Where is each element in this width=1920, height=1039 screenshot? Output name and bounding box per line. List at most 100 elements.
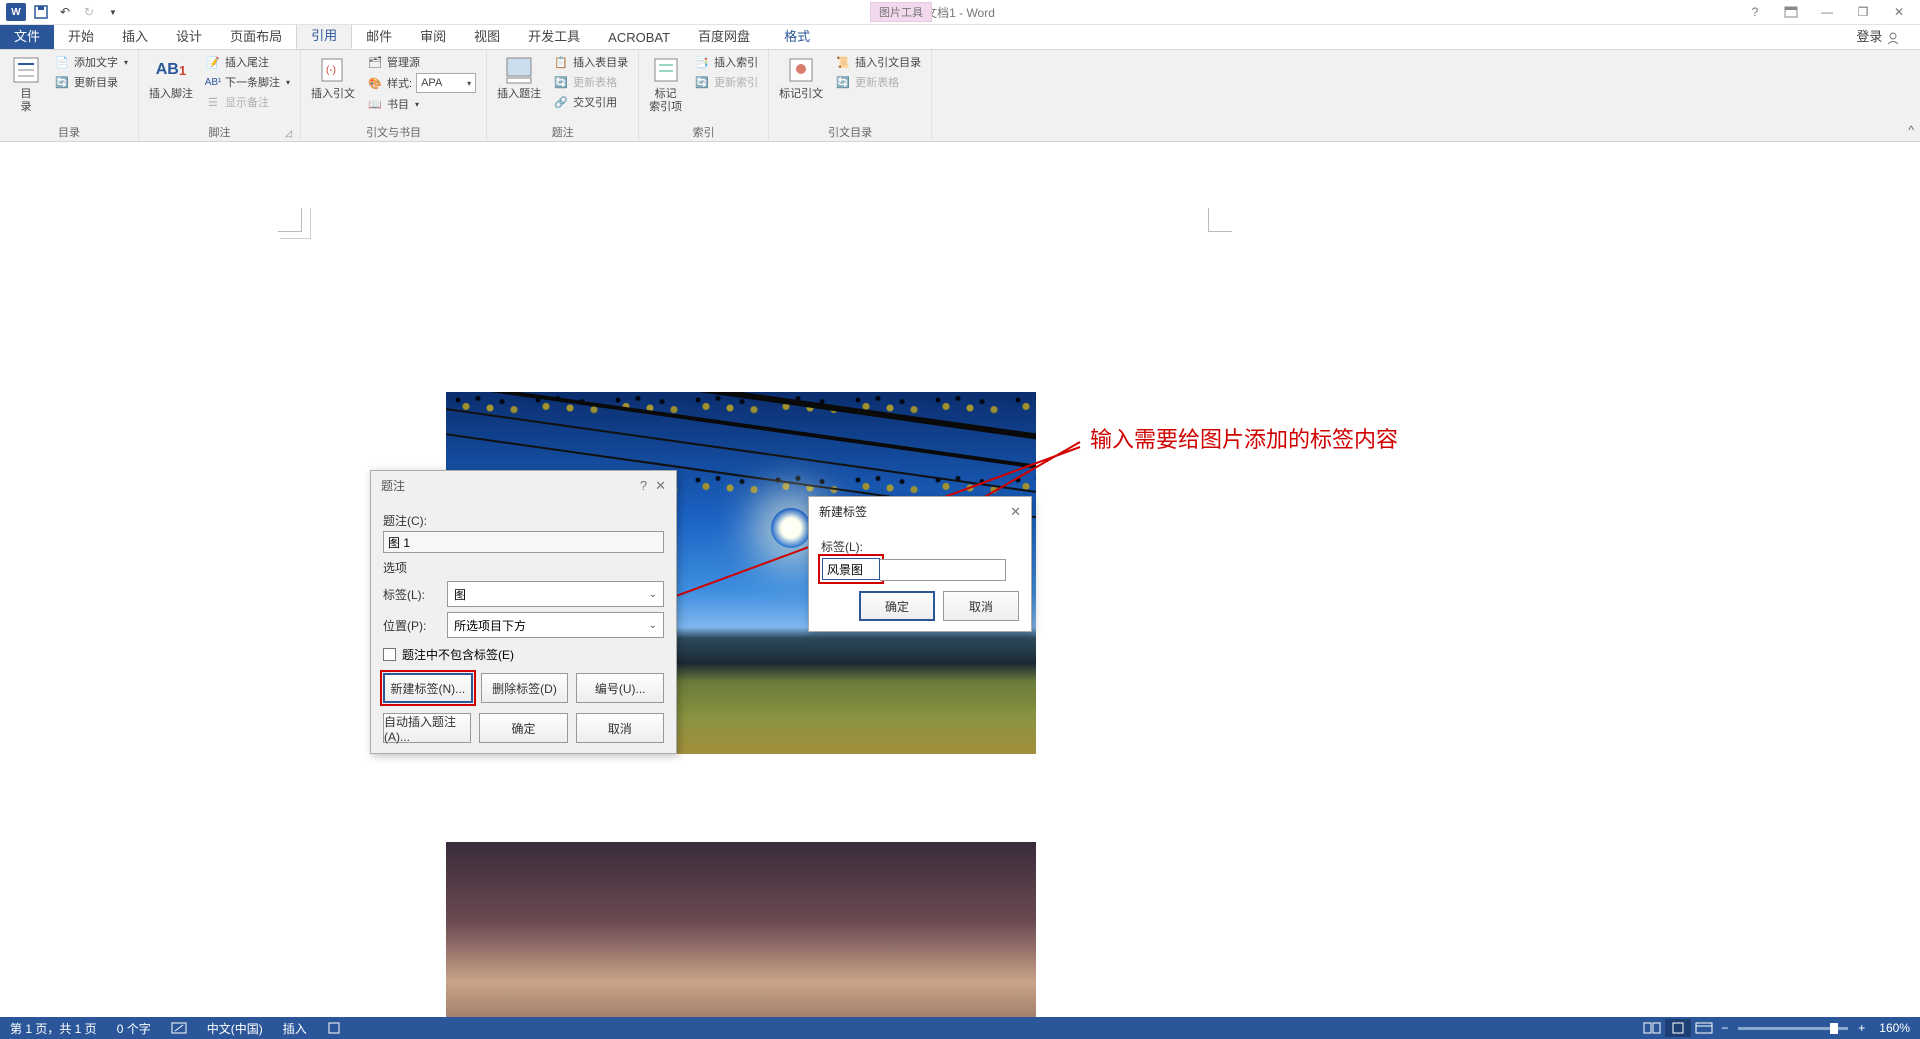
new-label-dialog-titlebar[interactable]: 新建标签 ✕ bbox=[809, 497, 1031, 526]
bibliography-button[interactable]: 📖书目▾ bbox=[363, 94, 480, 114]
new-label-cancel-button[interactable]: 取消 bbox=[943, 591, 1019, 621]
caption-ok-button[interactable]: 确定 bbox=[479, 713, 567, 743]
zoom-slider[interactable] bbox=[1738, 1027, 1848, 1030]
update-tof-button[interactable]: 🔄更新表格 bbox=[549, 72, 632, 92]
position-select[interactable]: 所选项目下方 ⌄ bbox=[447, 612, 664, 638]
insert-endnote-button[interactable]: 📝插入尾注 bbox=[201, 52, 294, 72]
zoom-in-button[interactable]: + bbox=[1854, 1021, 1869, 1035]
help-icon[interactable]: ? bbox=[1740, 2, 1770, 22]
update-toa-button[interactable]: 🔄更新表格 bbox=[831, 72, 925, 92]
numbering-button[interactable]: 编号(U)... bbox=[576, 673, 664, 703]
zoom-level[interactable]: 160% bbox=[1869, 1021, 1920, 1035]
new-label-ok-button[interactable]: 确定 bbox=[859, 591, 935, 621]
tof-icon: 📋 bbox=[553, 54, 569, 70]
mark-index-label: 标记 索引项 bbox=[649, 88, 682, 114]
ribbon-display-options-icon[interactable] bbox=[1776, 2, 1806, 22]
show-notes-button[interactable]: ☰显示备注 bbox=[201, 92, 294, 112]
mark-index-entry-button[interactable]: 标记 索引项 bbox=[645, 52, 686, 116]
new-label-button[interactable]: 新建标签(N)... bbox=[383, 673, 473, 703]
position-field-label: 位置(P): bbox=[383, 617, 439, 634]
status-language[interactable]: 中文(中国) bbox=[197, 1020, 273, 1037]
minimize-icon[interactable]: — bbox=[1812, 2, 1842, 22]
position-select-value: 所选项目下方 bbox=[454, 617, 526, 634]
zoom-out-button[interactable]: − bbox=[1717, 1021, 1732, 1035]
next-footnote-button[interactable]: AB¹下一条脚注▾ bbox=[201, 72, 294, 92]
tab-file[interactable]: 文件 bbox=[0, 22, 54, 49]
tab-mailings[interactable]: 邮件 bbox=[352, 22, 406, 49]
caption-cancel-button[interactable]: 取消 bbox=[576, 713, 664, 743]
style-combo[interactable]: APA▾ bbox=[416, 73, 476, 93]
caption-field-input[interactable] bbox=[383, 531, 664, 553]
inserted-image-2[interactable] bbox=[446, 842, 1036, 1017]
citation-style-button[interactable]: 🎨 样式: APA▾ bbox=[363, 72, 480, 94]
tab-view[interactable]: 视图 bbox=[460, 22, 514, 49]
update-index-button[interactable]: 🔄更新索引 bbox=[690, 72, 762, 92]
insert-footnote-button[interactable]: AB1 插入脚注 bbox=[145, 52, 197, 103]
tab-layout[interactable]: 页面布局 bbox=[216, 22, 296, 49]
restore-icon[interactable]: ❐ bbox=[1848, 2, 1878, 22]
web-layout-icon[interactable] bbox=[1691, 1019, 1717, 1037]
endnote-icon: 📝 bbox=[205, 54, 221, 70]
cross-reference-button[interactable]: 🔗交叉引用 bbox=[549, 92, 632, 112]
collapse-ribbon-icon[interactable]: ^ bbox=[1908, 123, 1914, 137]
footnotes-launcher-icon[interactable]: ◿ bbox=[285, 128, 292, 139]
tab-acrobat[interactable]: ACROBAT bbox=[594, 26, 684, 49]
tab-baidu[interactable]: 百度网盘 bbox=[684, 22, 764, 49]
tab-review[interactable]: 审阅 bbox=[406, 22, 460, 49]
update-toc-button[interactable]: 🔄更新目录 bbox=[50, 72, 132, 92]
login-button[interactable]: 登录 bbox=[1846, 22, 1920, 49]
status-page[interactable]: 第 1 页，共 1 页 bbox=[0, 1020, 107, 1037]
insert-caption-label: 插入题注 bbox=[497, 88, 541, 101]
insert-caption-button[interactable]: 插入题注 bbox=[493, 52, 545, 103]
redo-icon[interactable]: ↻ bbox=[80, 3, 98, 21]
tab-format[interactable]: 格式 bbox=[770, 22, 824, 49]
tab-developer[interactable]: 开发工具 bbox=[514, 22, 594, 49]
quick-access-toolbar: W ↶ ↻ ▼ bbox=[0, 3, 128, 21]
svg-text:(-): (-) bbox=[326, 65, 336, 76]
add-text-button[interactable]: 📄添加文字▾ bbox=[50, 52, 132, 72]
undo-icon[interactable]: ↶ bbox=[56, 3, 74, 21]
save-icon[interactable] bbox=[32, 3, 50, 21]
manage-sources-button[interactable]: 🗂管理源 bbox=[363, 52, 480, 72]
mark-citation-button[interactable]: 标记引文 bbox=[775, 52, 827, 103]
document-canvas[interactable]: 输入需要给图片添加的标签内容 题注 ? ✕ 题注(C): 选项 标签(L): bbox=[0, 142, 1920, 1017]
close-icon[interactable]: ✕ bbox=[1884, 2, 1914, 22]
status-bar: 第 1 页，共 1 页 0 个字 中文(中国) 插入 − + 160% bbox=[0, 1017, 1920, 1039]
add-text-icon: 📄 bbox=[54, 54, 70, 70]
status-macro-icon[interactable] bbox=[317, 1021, 351, 1035]
caption-dialog-help-icon[interactable]: ? bbox=[640, 478, 647, 494]
tab-insert[interactable]: 插入 bbox=[108, 22, 162, 49]
tab-home[interactable]: 开始 bbox=[54, 22, 108, 49]
new-label-close-icon[interactable]: ✕ bbox=[1010, 504, 1021, 520]
caption-icon bbox=[503, 54, 535, 86]
insert-toa-button[interactable]: 📜插入引文目录 bbox=[831, 52, 925, 72]
citation-icon: (-) bbox=[317, 54, 349, 86]
insert-citation-button[interactable]: (-) 插入引文 bbox=[307, 52, 359, 103]
read-mode-icon[interactable] bbox=[1639, 1019, 1665, 1037]
caption-dialog-close-icon[interactable]: ✕ bbox=[655, 478, 666, 494]
zoom-slider-thumb[interactable] bbox=[1830, 1023, 1838, 1034]
status-word-count[interactable]: 0 个字 bbox=[107, 1020, 161, 1037]
insert-tof-button[interactable]: 📋插入表目录 bbox=[549, 52, 632, 72]
toc-button[interactable]: 目 录 bbox=[6, 52, 46, 116]
status-proofing-icon[interactable] bbox=[161, 1021, 197, 1035]
new-label-input-extend[interactable] bbox=[880, 559, 1006, 581]
insert-citation-label: 插入引文 bbox=[311, 88, 355, 101]
update-toc-icon: 🔄 bbox=[54, 74, 70, 90]
label-select[interactable]: 图 ⌄ bbox=[447, 581, 664, 607]
tab-design[interactable]: 设计 bbox=[162, 22, 216, 49]
caption-dialog-titlebar[interactable]: 题注 ? ✕ bbox=[371, 471, 676, 500]
exclude-label-checkbox[interactable] bbox=[383, 648, 396, 661]
word-app-icon: W bbox=[6, 3, 26, 21]
new-label-field-label: 标签(L): bbox=[821, 538, 1019, 555]
insert-index-button[interactable]: 📑插入索引 bbox=[690, 52, 762, 72]
print-layout-icon[interactable] bbox=[1665, 1019, 1691, 1037]
footnote-icon: AB1 bbox=[155, 54, 187, 86]
mark-citation-label: 标记引文 bbox=[779, 88, 823, 101]
new-label-input[interactable] bbox=[822, 558, 880, 580]
qat-dropdown-icon[interactable]: ▼ bbox=[104, 3, 122, 21]
status-insert-mode[interactable]: 插入 bbox=[273, 1020, 317, 1037]
login-label: 登录 bbox=[1856, 29, 1882, 44]
delete-label-button[interactable]: 删除标签(D) bbox=[481, 673, 569, 703]
autocaption-button[interactable]: 自动插入题注(A)... bbox=[383, 713, 471, 743]
